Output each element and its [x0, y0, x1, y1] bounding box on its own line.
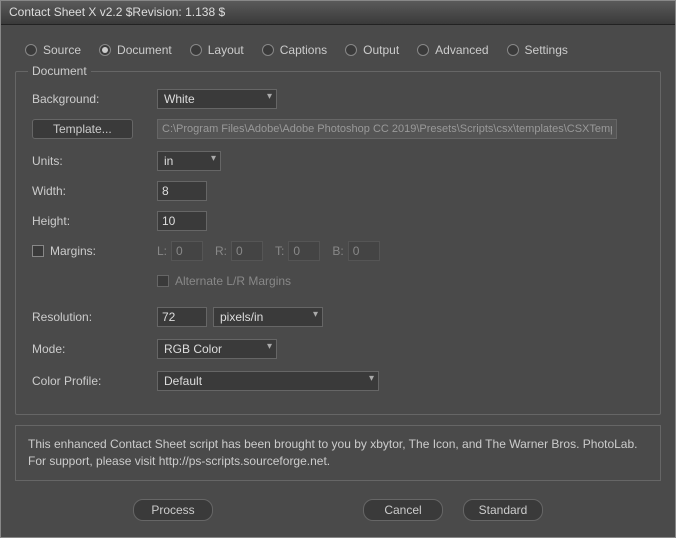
process-button[interactable]: Process — [133, 499, 213, 521]
tab-advanced[interactable]: Advanced — [417, 43, 488, 57]
titlebar[interactable]: Contact Sheet X v2.2 $Revision: 1.138 $ — [1, 1, 675, 25]
content: Source Document Layout Captions Output A… — [1, 25, 675, 537]
radio-icon — [99, 44, 111, 56]
standard-button[interactable]: Standard — [463, 499, 543, 521]
radio-icon — [190, 44, 202, 56]
mode-select[interactable]: RGB Color — [157, 339, 277, 359]
margins-label: Margins: — [50, 244, 96, 258]
margin-b-label: B: — [332, 244, 343, 258]
margin-t-label: T: — [275, 244, 284, 258]
group-title: Document — [28, 64, 91, 78]
template-button[interactable]: Template... — [32, 119, 133, 139]
tab-source[interactable]: Source — [25, 43, 81, 57]
margin-l-input — [171, 241, 203, 261]
tab-settings[interactable]: Settings — [507, 43, 568, 57]
mode-label: Mode: — [32, 342, 157, 356]
width-label: Width: — [32, 184, 157, 198]
template-btn-wrap: Template... — [32, 119, 157, 139]
alternate-checkbox — [157, 275, 169, 287]
margin-r-input — [231, 241, 263, 261]
tab-layout[interactable]: Layout — [190, 43, 244, 57]
radio-icon — [417, 44, 429, 56]
margins-label-wrap: Margins: — [32, 244, 157, 258]
action-row: Process Cancel Standard — [15, 495, 661, 525]
units-label: Units: — [32, 154, 157, 168]
credits-box: This enhanced Contact Sheet script has b… — [15, 425, 661, 481]
tab-row: Source Document Layout Captions Output A… — [15, 37, 661, 71]
radio-icon — [345, 44, 357, 56]
alternate-label: Alternate L/R Margins — [175, 274, 291, 288]
background-label: Background: — [32, 92, 157, 106]
colorprofile-label: Color Profile: — [32, 374, 157, 388]
tab-label: Output — [363, 43, 399, 57]
margin-b-input — [348, 241, 380, 261]
resolution-input[interactable] — [157, 307, 207, 327]
document-group: Document Background: White Template... U… — [15, 71, 661, 415]
margin-l-label: L: — [157, 244, 167, 258]
tab-output[interactable]: Output — [345, 43, 399, 57]
background-select[interactable]: White — [157, 89, 277, 109]
radio-icon — [262, 44, 274, 56]
tab-captions[interactable]: Captions — [262, 43, 327, 57]
width-input[interactable] — [157, 181, 207, 201]
dialog-window: Contact Sheet X v2.2 $Revision: 1.138 $ … — [0, 0, 676, 538]
cancel-button[interactable]: Cancel — [363, 499, 443, 521]
tab-label: Source — [43, 43, 81, 57]
margins-checkbox[interactable] — [32, 245, 44, 257]
template-path — [157, 119, 617, 139]
tab-label: Advanced — [435, 43, 488, 57]
resolution-label: Resolution: — [32, 310, 157, 324]
radio-icon — [507, 44, 519, 56]
height-input[interactable] — [157, 211, 207, 231]
margin-r-label: R: — [215, 244, 227, 258]
tab-label: Captions — [280, 43, 327, 57]
height-label: Height: — [32, 214, 157, 228]
tab-label: Layout — [208, 43, 244, 57]
tab-document[interactable]: Document — [99, 43, 172, 57]
tab-label: Settings — [525, 43, 568, 57]
margin-inputs: L: R: T: B: — [157, 241, 380, 261]
resolution-unit-select[interactable]: pixels/in — [213, 307, 323, 327]
units-select[interactable]: in — [157, 151, 221, 171]
margin-t-input — [288, 241, 320, 261]
tab-label: Document — [117, 43, 172, 57]
radio-icon — [25, 44, 37, 56]
colorprofile-select[interactable]: Default — [157, 371, 379, 391]
